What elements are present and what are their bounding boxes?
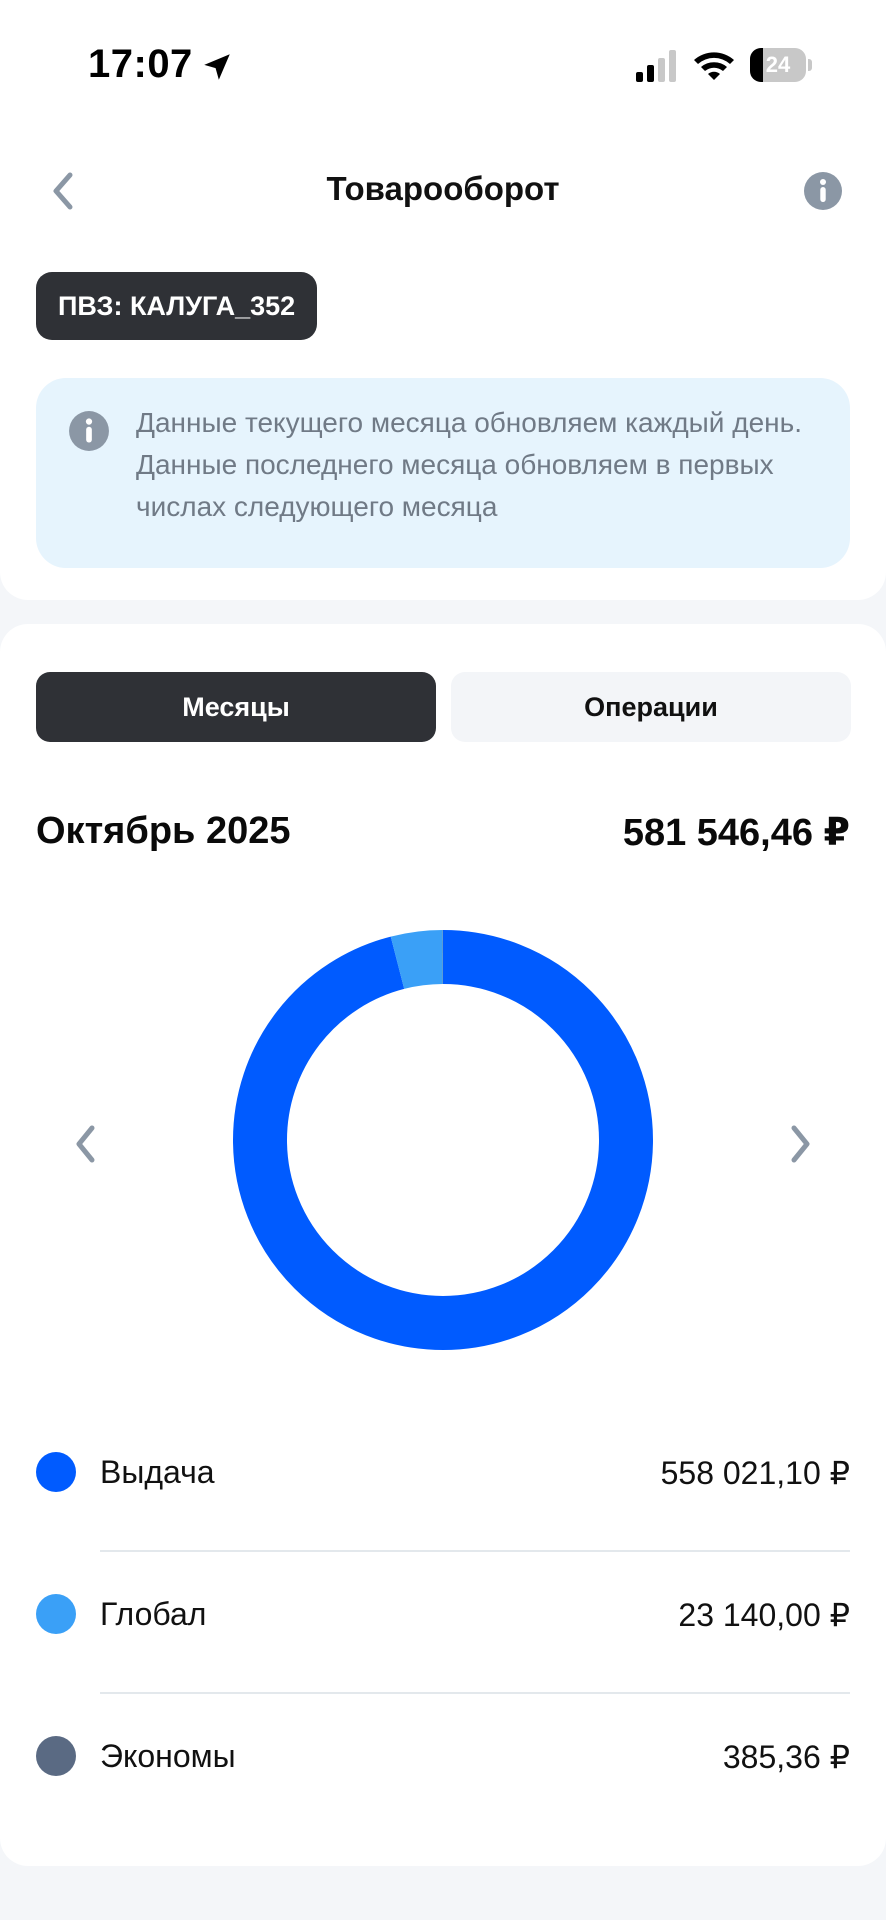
turnover-screen: 17:07 24 Товарооборот ПВЗ: КАЛУГА_352 Да… [0,0,886,1920]
previous-month-button[interactable] [60,1114,110,1174]
period-segmented-control: Месяцы Операции [36,672,851,742]
legend-label: Экономы [100,1738,236,1774]
cellular-signal-icon [636,50,676,82]
legend-color-dot [36,1452,76,1492]
info-icon [804,172,842,210]
next-month-button[interactable] [776,1114,826,1174]
legend-item-global: Глобал 23 140,00 ₽ [36,1552,850,1694]
legend-value: 558 021,10 ₽ [660,1455,850,1491]
info-notice: Данные текущего месяца обновляем каждый … [36,378,850,568]
header-section: Товарооборот ПВЗ: КАЛУГА_352 Данные теку… [0,130,886,600]
legend-label: Глобал [100,1596,207,1632]
period-title: Октябрь 2025 [36,810,291,852]
legend-item-vydacha: Выдача 558 021,10 ₽ [36,1410,850,1552]
battery-indicator: 24 [750,48,812,82]
wifi-icon [694,52,734,80]
legend-list: Выдача 558 021,10 ₽ Глобал 23 140,00 ₽ Э… [36,1410,850,1836]
legend-value: 385,36 ₽ [722,1739,850,1775]
turnover-donut-chart [233,930,653,1350]
tab-operations[interactable]: Операции [451,672,851,742]
notice-text: Данные текущего месяца обновляем каждый … [136,407,802,522]
info-button[interactable] [800,168,846,214]
status-time: 17:07 [88,42,193,86]
legend-value: 23 140,00 ₽ [678,1597,850,1633]
chevron-left-icon [76,1125,95,1163]
legend-item-economy: Экономы 385,36 ₽ [36,1694,850,1836]
total-amount: 581 546,46 ₽ [622,812,850,854]
legend-label: Выдача [100,1454,215,1490]
legend-color-dot [36,1736,76,1776]
donut-slice-0 [233,930,653,1350]
legend-color-dot [36,1594,76,1634]
page-title: Товарооборот [326,170,560,207]
tab-months[interactable]: Месяцы [36,672,436,742]
location-arrow-icon [204,54,230,80]
turnover-card: Месяцы Операции Октябрь 2025 581 546,46 … [0,624,886,1866]
info-icon [69,411,109,451]
pvz-selector-chip[interactable]: ПВЗ: КАЛУГА_352 [36,272,318,340]
battery-percent: 24 [765,52,791,77]
chevron-right-icon [791,1125,810,1163]
status-bar: 17:07 24 [0,0,886,130]
